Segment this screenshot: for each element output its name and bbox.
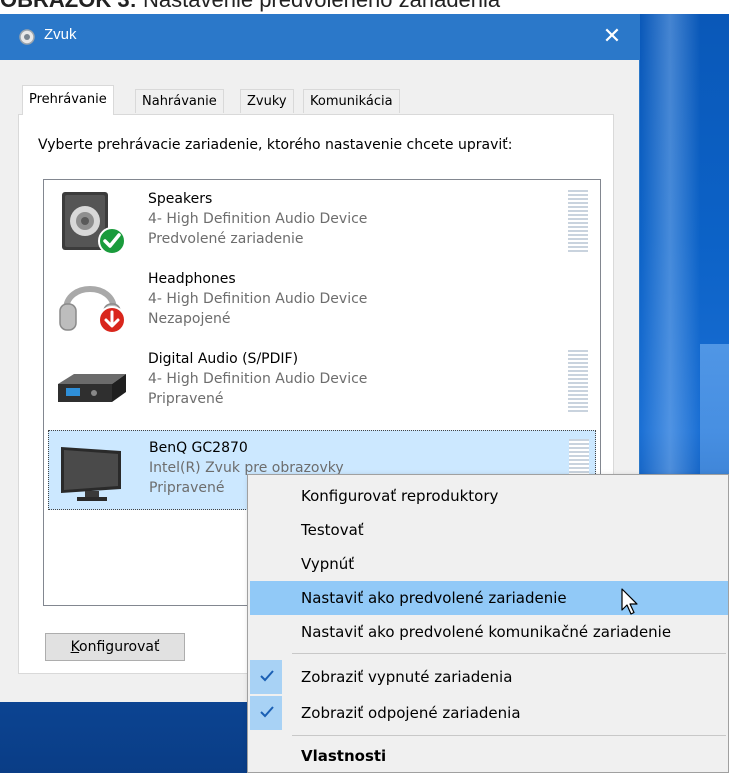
instruction-text: Vyberte prehrávacie zariadenie, ktorého … bbox=[38, 137, 513, 153]
figure-caption-text: Nastavenie predvoleného zariadenia bbox=[143, 0, 500, 12]
device-status: Pripravené bbox=[149, 480, 225, 496]
device-context-menu: Konfigurovať reproduktory Testovať Vypnú… bbox=[247, 474, 729, 773]
configure-label-rest: onfigurovať bbox=[79, 639, 160, 655]
speaker-title-icon bbox=[19, 29, 35, 45]
menu-item-show-disconnected[interactable]: Zobraziť odpojené zariadenia bbox=[250, 696, 728, 730]
figure-caption-prefix: OBRÁZOK 3: bbox=[0, 0, 137, 12]
menu-item-test[interactable]: Testovať bbox=[250, 513, 728, 547]
tab-sounds[interactable]: Zvuky bbox=[240, 89, 294, 113]
menu-separator bbox=[292, 653, 726, 654]
mouse-cursor-icon bbox=[621, 588, 638, 615]
speaker-icon bbox=[62, 192, 126, 255]
digital-audio-icon bbox=[58, 374, 126, 402]
device-description: 4- High Definition Audio Device bbox=[148, 371, 368, 387]
menu-item-set-default[interactable]: Nastaviť ako predvolené zariadenie bbox=[250, 581, 728, 615]
configure-button[interactable]: Konfigurovať bbox=[45, 633, 185, 661]
title-bar[interactable]: Zvuk ✕ bbox=[0, 14, 640, 60]
device-item-speakers[interactable]: Speakers 4- High Definition Audio Device… bbox=[48, 182, 596, 262]
menu-separator bbox=[292, 735, 726, 736]
tab-recording[interactable]: Nahrávanie bbox=[135, 89, 224, 113]
device-description: 4- High Definition Audio Device bbox=[148, 291, 368, 307]
monitor-icon bbox=[61, 447, 121, 501]
configure-mnemonic: K bbox=[70, 639, 80, 655]
figure-caption: OBRÁZOK 3: Nastavenie predvoleného zaria… bbox=[0, 0, 500, 14]
menu-item-show-disabled[interactable]: Zobraziť vypnuté zariadenia bbox=[250, 660, 728, 694]
tab-communication[interactable]: Komunikácia bbox=[303, 89, 400, 113]
device-name: Speakers bbox=[148, 191, 213, 207]
volume-meter bbox=[568, 190, 588, 254]
menu-item-disable[interactable]: Vypnúť bbox=[250, 547, 728, 581]
device-description: 4- High Definition Audio Device bbox=[148, 211, 368, 227]
device-item-digital-audio[interactable]: Digital Audio (S/PDIF) 4- High Definitio… bbox=[48, 342, 596, 422]
tab-playback[interactable]: Prehrávanie bbox=[22, 85, 114, 115]
device-name: BenQ GC2870 bbox=[149, 440, 248, 456]
headphones-icon bbox=[59, 286, 126, 334]
device-name: Headphones bbox=[148, 271, 236, 287]
device-status: Pripravené bbox=[148, 391, 224, 407]
device-item-headphones[interactable]: Headphones 4- High Definition Audio Devi… bbox=[48, 262, 596, 342]
caption-strip: OBRÁZOK 3: Nastavenie predvoleného zaria… bbox=[0, 0, 729, 14]
close-button[interactable]: ✕ bbox=[592, 20, 632, 54]
device-status: Nezapojené bbox=[148, 311, 231, 327]
device-name: Digital Audio (S/PDIF) bbox=[148, 351, 299, 367]
menu-item-properties[interactable]: Vlastnosti bbox=[250, 739, 728, 773]
menu-item-configure-speakers[interactable]: Konfigurovať reproduktory bbox=[250, 479, 728, 513]
window-title: Zvuk bbox=[44, 26, 77, 43]
menu-item-set-default-communication[interactable]: Nastaviť ako predvolené komunikačné zari… bbox=[250, 615, 728, 649]
volume-meter bbox=[568, 350, 588, 414]
device-status: Predvolené zariadenie bbox=[148, 231, 304, 247]
